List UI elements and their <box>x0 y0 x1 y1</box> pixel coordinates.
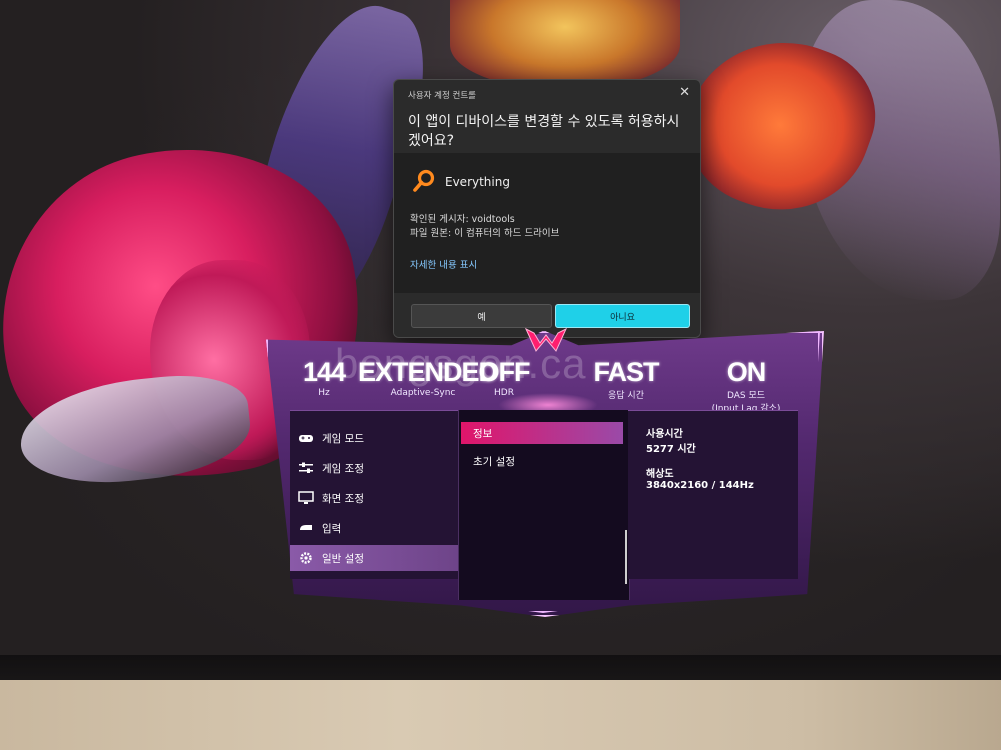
stat-label: Hz <box>318 388 330 398</box>
gamepad-icon <box>299 435 313 442</box>
stat-label: DAS 모드 <box>726 391 766 401</box>
origin-text: 파일 원본: 이 컴퓨터의 하드 드라이브 <box>410 228 560 239</box>
menu-item-input[interactable]: 입력 <box>298 515 458 541</box>
submenu-panel: 정보 초기 설정 <box>458 410 630 600</box>
stat-label: Adaptive-Sync <box>390 388 456 398</box>
menu-item-label: 화면 조정 <box>322 492 364 505</box>
menu-item-label: 입력 <box>322 522 342 535</box>
menu-item-label: 게임 모드 <box>322 432 364 445</box>
usage-time-value: 5277 시간 <box>646 444 696 455</box>
usage-time-label: 사용시간 <box>646 429 683 440</box>
menu-item-general-settings[interactable]: 일반 설정 <box>290 545 458 571</box>
dialog-caption: 사용자 계정 컨트롤 <box>408 91 476 101</box>
stat-value: ON <box>726 357 767 387</box>
uac-dialog: 사용자 계정 컨트롤 ✕ 이 앱이 디바이스를 변경할 수 있도록 허용하시겠어… <box>393 79 701 338</box>
menu-item-picture-adjust[interactable]: 화면 조정 <box>298 485 458 511</box>
submenu-item-reset[interactable]: 초기 설정 <box>461 450 623 472</box>
scrollbar[interactable] <box>625 530 627 584</box>
publisher-text: 확인된 게시자: voidtools <box>410 214 515 225</box>
show-details-link[interactable]: 자세한 내용 표시 <box>410 257 477 271</box>
watermark-text: bongsgon.ca <box>335 340 587 387</box>
wall-background <box>0 680 1001 750</box>
app-name: Everything <box>445 175 510 189</box>
no-button[interactable]: 아니요 <box>555 304 690 328</box>
das-mode-stat: ON DAS 모드 (Input Lag 감소) <box>696 357 796 414</box>
menu-item-game-adjust[interactable]: 게임 조정 <box>298 455 458 481</box>
dialog-body: Everything 확인된 게시자: voidtools 파일 원본: 이 컴… <box>394 153 700 293</box>
magnifier-icon <box>413 169 435 192</box>
stat-label: HDR <box>494 388 514 398</box>
gear-icon <box>300 552 312 564</box>
resolution-label: 해상도 <box>646 469 674 480</box>
response-time-stat: FAST 응답 시간 <box>581 357 671 401</box>
menu-item-label: 게임 조정 <box>322 462 364 475</box>
submenu-item-info[interactable]: 정보 <box>461 422 623 444</box>
sliders-icon <box>299 462 313 473</box>
stat-value: FAST <box>593 357 659 387</box>
wallpaper-shape <box>450 0 680 90</box>
dialog-heading: 이 앱이 디바이스를 변경할 수 있도록 허용하시겠어요? <box>408 114 680 149</box>
close-icon[interactable]: ✕ <box>679 85 690 100</box>
menu-item-label: 일반 설정 <box>322 552 364 565</box>
menu-item-game-mode[interactable]: 게임 모드 <box>298 425 458 451</box>
info-panel: 사용시간 5277 시간 해상도 3840x2160 / 144Hz <box>628 410 798 579</box>
stat-label: 응답 시간 <box>608 391 644 401</box>
resolution-value: 3840x2160 / 144Hz <box>646 480 754 491</box>
input-icon <box>300 525 312 530</box>
main-menu: 게임 모드 게임 조정 화면 조정 입력 일반 설정 <box>290 410 458 579</box>
monitor-icon <box>298 491 314 504</box>
